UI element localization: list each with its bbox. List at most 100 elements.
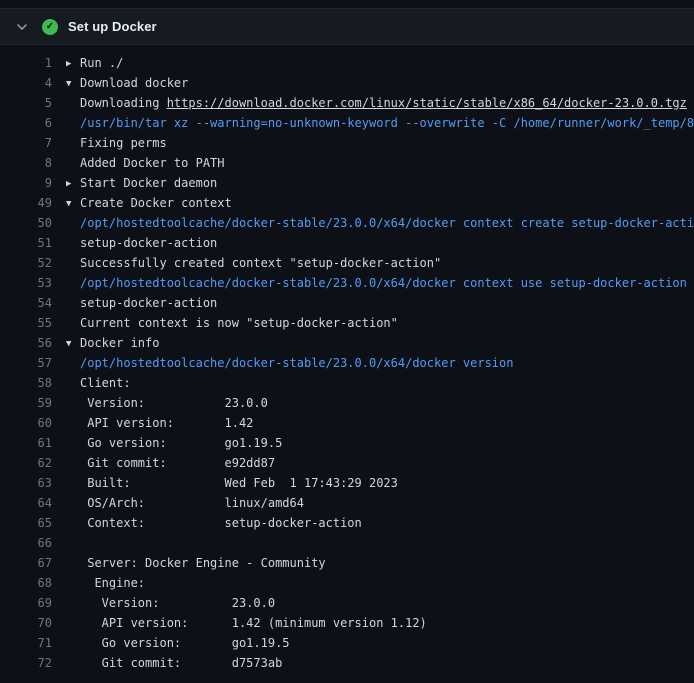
log-line: 50 /opt/hostedtoolcache/docker-stable/23… bbox=[0, 213, 694, 233]
log-command-text: /usr/bin/tar xz --warning=no-unknown-key… bbox=[80, 116, 694, 130]
line-number[interactable]: 57 bbox=[0, 353, 52, 373]
log-link[interactable]: https://download.docker.com/linux/static… bbox=[167, 96, 687, 110]
group-toggle-icon[interactable]: ▶ bbox=[66, 174, 80, 194]
line-content: /opt/hostedtoolcache/docker-stable/23.0.… bbox=[66, 353, 694, 373]
log-command-text: /opt/hostedtoolcache/docker-stable/23.0.… bbox=[80, 216, 694, 230]
line-content: Go version: go1.19.5 bbox=[66, 633, 694, 653]
log-line: 61 Go version: go1.19.5 bbox=[0, 433, 694, 453]
line-content: Built: Wed Feb 1 17:43:29 2023 bbox=[66, 473, 694, 493]
group-toggle-icon[interactable]: ▼ bbox=[66, 194, 80, 214]
log-line: 57 /opt/hostedtoolcache/docker-stable/23… bbox=[0, 353, 694, 373]
line-number[interactable]: 56 bbox=[0, 333, 52, 353]
line-number[interactable]: 71 bbox=[0, 633, 52, 653]
line-number[interactable]: 69 bbox=[0, 593, 52, 613]
line-number[interactable]: 9 bbox=[0, 173, 52, 193]
log-command-text: /opt/hostedtoolcache/docker-stable/23.0.… bbox=[80, 356, 513, 370]
line-number[interactable]: 55 bbox=[0, 313, 52, 333]
line-number[interactable]: 4 bbox=[0, 73, 52, 93]
log-text: Engine: bbox=[80, 576, 145, 590]
log-line: 64 OS/Arch: linux/amd64 bbox=[0, 493, 694, 513]
log-line: 59 Version: 23.0.0 bbox=[0, 393, 694, 413]
log-text: Git commit: e92dd87 bbox=[80, 456, 275, 470]
log-line: 60 API version: 1.42 bbox=[0, 413, 694, 433]
log-text: API version: 1.42 (minimum version 1.12) bbox=[80, 616, 427, 630]
log-container: 1 ▶Run ./ 4 ▼Download docker 5 Downloadi… bbox=[0, 45, 694, 673]
log-text: Client: bbox=[80, 376, 131, 390]
line-number[interactable]: 60 bbox=[0, 413, 52, 433]
log-line: 70 API version: 1.42 (minimum version 1.… bbox=[0, 613, 694, 633]
log-text: Added Docker to PATH bbox=[80, 156, 225, 170]
line-number[interactable]: 65 bbox=[0, 513, 52, 533]
log-line[interactable]: 9 ▶Start Docker daemon bbox=[0, 173, 694, 193]
log-text: Successfully created context "setup-dock… bbox=[80, 256, 441, 270]
group-toggle-icon[interactable]: ▶ bbox=[66, 54, 80, 74]
log-text: Git commit: d7573ab bbox=[80, 656, 282, 670]
log-text: Docker info bbox=[80, 336, 159, 350]
log-text: Current context is now "setup-docker-act… bbox=[80, 316, 398, 330]
log-text: Start Docker daemon bbox=[80, 176, 217, 190]
log-text: setup-docker-action bbox=[80, 296, 217, 310]
line-number[interactable]: 62 bbox=[0, 453, 52, 473]
log-text: Server: Docker Engine - Community bbox=[80, 556, 326, 570]
group-toggle-icon[interactable]: ▼ bbox=[66, 334, 80, 354]
line-number[interactable]: 66 bbox=[0, 533, 52, 553]
line-content: ▼Download docker bbox=[66, 73, 694, 93]
line-content: ▶Run ./ bbox=[66, 53, 694, 73]
log-text: Create Docker context bbox=[80, 196, 232, 210]
line-number[interactable]: 67 bbox=[0, 553, 52, 573]
log-line: 54 setup-docker-action bbox=[0, 293, 694, 313]
line-number[interactable]: 1 bbox=[0, 53, 52, 73]
line-number[interactable]: 59 bbox=[0, 393, 52, 413]
line-number[interactable]: 50 bbox=[0, 213, 52, 233]
log-text: Download docker bbox=[80, 76, 188, 90]
line-content: API version: 1.42 (minimum version 1.12) bbox=[66, 613, 694, 633]
log-line[interactable]: 56 ▼Docker info bbox=[0, 333, 694, 353]
line-content: Server: Docker Engine - Community bbox=[66, 553, 694, 573]
log-line[interactable]: 49 ▼Create Docker context bbox=[0, 193, 694, 213]
line-number[interactable]: 68 bbox=[0, 573, 52, 593]
line-content: Successfully created context "setup-dock… bbox=[66, 253, 694, 273]
log-line: 7 Fixing perms bbox=[0, 133, 694, 153]
line-number[interactable]: 5 bbox=[0, 93, 52, 113]
step-header[interactable]: ✓ Set up Docker bbox=[0, 8, 694, 45]
log-text: Context: setup-docker-action bbox=[80, 516, 362, 530]
line-number[interactable]: 49 bbox=[0, 193, 52, 213]
log-text: API version: 1.42 bbox=[80, 416, 253, 430]
line-content: ▼Create Docker context bbox=[66, 193, 694, 213]
log-line: 66 bbox=[0, 533, 694, 553]
log-line: 62 Git commit: e92dd87 bbox=[0, 453, 694, 473]
line-number[interactable]: 53 bbox=[0, 273, 52, 293]
line-content: API version: 1.42 bbox=[66, 413, 694, 433]
group-toggle-icon[interactable]: ▼ bbox=[66, 74, 80, 94]
line-content: Go version: go1.19.5 bbox=[66, 433, 694, 453]
log-line: 5 Downloading https://download.docker.co… bbox=[0, 93, 694, 113]
line-number[interactable]: 58 bbox=[0, 373, 52, 393]
log-line: 63 Built: Wed Feb 1 17:43:29 2023 bbox=[0, 473, 694, 493]
log-line[interactable]: 1 ▶Run ./ bbox=[0, 53, 694, 73]
log-text: Downloading bbox=[80, 96, 167, 110]
line-number[interactable]: 61 bbox=[0, 433, 52, 453]
line-number[interactable]: 51 bbox=[0, 233, 52, 253]
line-number[interactable]: 8 bbox=[0, 153, 52, 173]
line-number[interactable]: 72 bbox=[0, 653, 52, 673]
line-number[interactable]: 63 bbox=[0, 473, 52, 493]
line-number[interactable]: 6 bbox=[0, 113, 52, 133]
line-number[interactable]: 52 bbox=[0, 253, 52, 273]
log-text: Go version: go1.19.5 bbox=[80, 636, 290, 650]
line-content: Client: bbox=[66, 373, 694, 393]
chevron-down-icon[interactable] bbox=[14, 19, 30, 35]
line-content: Version: 23.0.0 bbox=[66, 393, 694, 413]
line-content: setup-docker-action bbox=[66, 233, 694, 253]
log-text: setup-docker-action bbox=[80, 236, 217, 250]
line-number[interactable]: 54 bbox=[0, 293, 52, 313]
log-line: 68 Engine: bbox=[0, 573, 694, 593]
log-text: Run ./ bbox=[80, 56, 123, 70]
line-number[interactable]: 70 bbox=[0, 613, 52, 633]
line-content: /opt/hostedtoolcache/docker-stable/23.0.… bbox=[66, 273, 694, 293]
line-number[interactable]: 64 bbox=[0, 493, 52, 513]
log-line: 65 Context: setup-docker-action bbox=[0, 513, 694, 533]
line-content: Fixing perms bbox=[66, 133, 694, 153]
log-line[interactable]: 4 ▼Download docker bbox=[0, 73, 694, 93]
line-content: Engine: bbox=[66, 573, 694, 593]
line-number[interactable]: 7 bbox=[0, 133, 52, 153]
